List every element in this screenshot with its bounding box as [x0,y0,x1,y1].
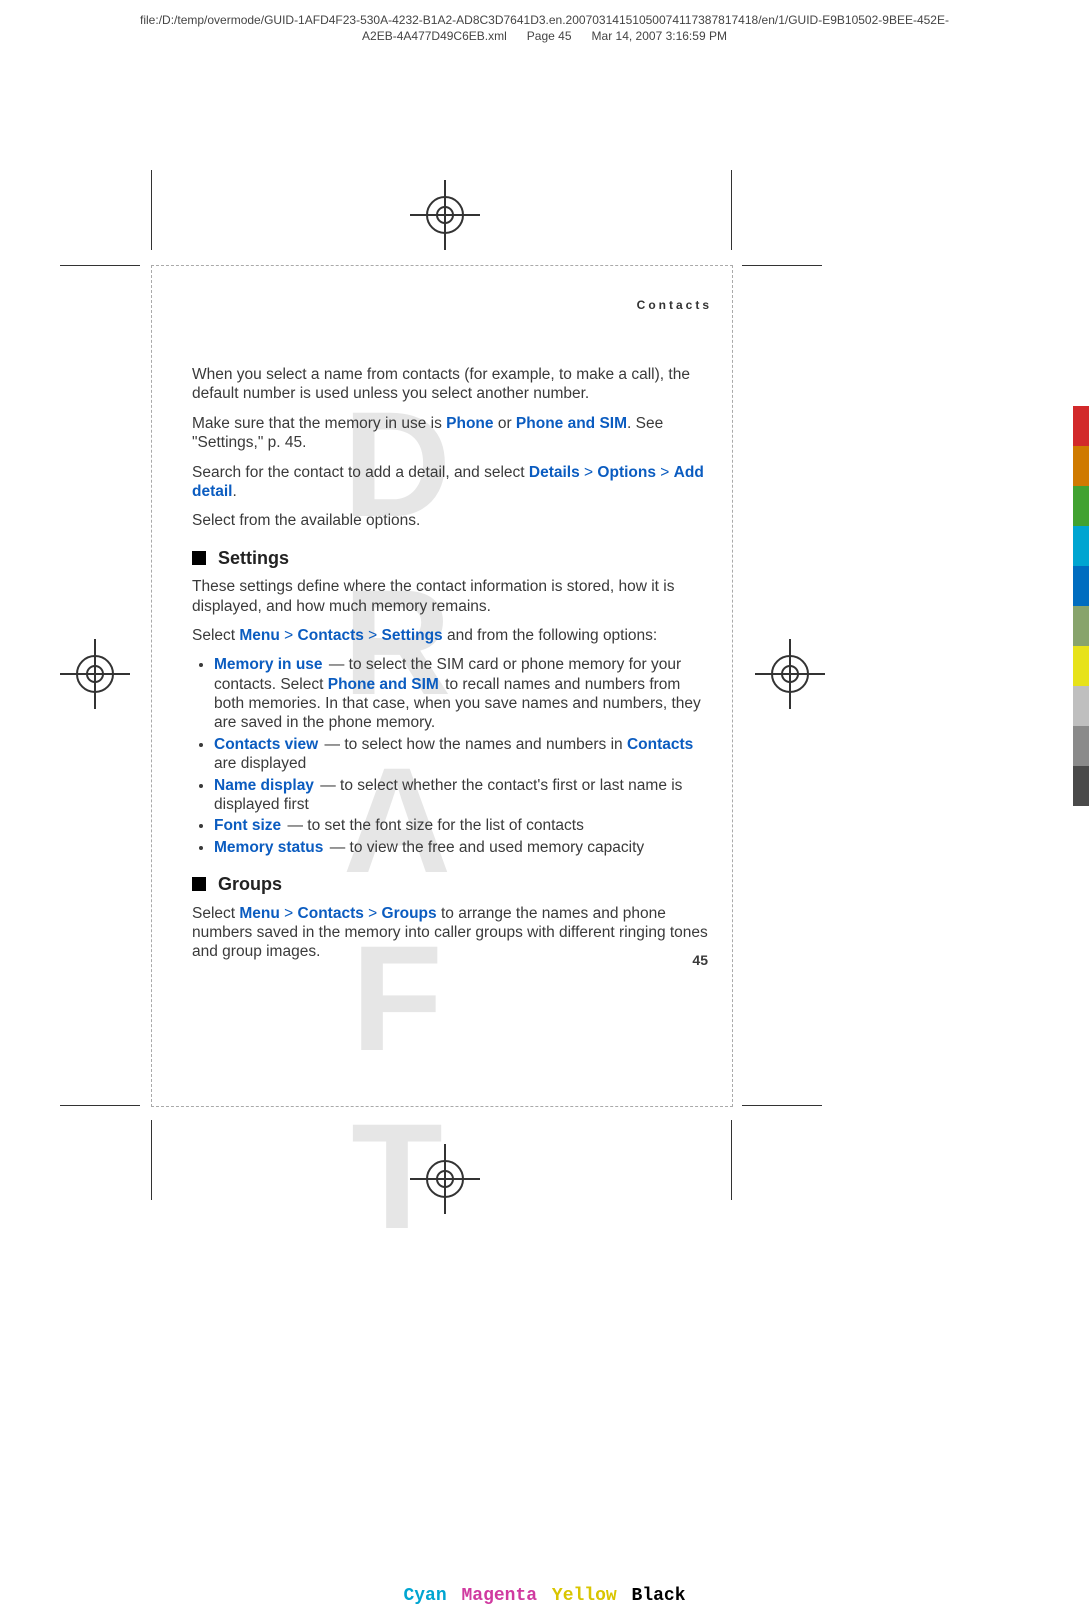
list-item: Contacts view — to select how the names … [214,735,712,774]
list-item: Memory in use — to select the SIM card o… [214,655,712,733]
timestamp: Mar 14, 2007 3:16:59 PM [592,29,727,43]
black-label: Black [630,1586,688,1606]
menu-path-link: Settings [382,627,443,644]
menu-path-link: Phone and SIM [516,415,627,432]
crop-mark-icon [742,1105,822,1106]
section-heading-groups: Groups [192,873,712,896]
menu-path-link: Groups [382,905,437,922]
crop-mark-icon [731,1120,732,1200]
cmyk-swatch-strip [1073,406,1089,806]
magenta-label: Magenta [459,1586,539,1606]
body-text: These settings define where the contact … [192,577,712,616]
crop-mark-icon [731,170,732,250]
list-item: Font size — to set the font size for the… [214,816,712,835]
file-path-line1: file:/D:/temp/overmode/GUID-1AFD4F23-530… [140,13,949,27]
color-swatch [1073,446,1089,486]
registration-mark-icon [410,1144,480,1214]
body-text: Select from the available options. [192,511,712,530]
square-bullet-icon [192,877,206,891]
registration-mark-icon [60,639,130,709]
yellow-label: Yellow [550,1586,619,1606]
body-text: Select Menu > Contacts > Settings and fr… [192,626,712,645]
menu-path-link: Contacts [298,905,364,922]
square-bullet-icon [192,551,206,565]
crop-mark-icon [151,1120,152,1200]
registration-mark-icon [755,639,825,709]
file-path-header: file:/D:/temp/overmode/GUID-1AFD4F23-530… [0,12,1089,44]
page-indicator: Page 45 [527,29,572,43]
page-number: 45 [692,952,708,970]
file-path-line2: A2EB-4A477D49C6EB.xml [362,29,507,43]
color-swatch [1073,406,1089,446]
color-swatch [1073,526,1089,566]
cyan-label: Cyan [401,1586,448,1606]
color-swatch [1073,486,1089,526]
crop-mark-icon [742,265,822,266]
menu-path-link: Details [529,464,580,481]
crop-mark-icon [60,1105,140,1106]
crop-mark-icon [60,265,140,266]
crop-mark-icon [151,170,152,250]
chapter-title: Contacts [192,298,712,313]
list-item: Memory status — to view the free and use… [214,838,712,857]
color-swatch [1073,726,1089,766]
body-text: Search for the contact to add a detail, … [192,463,712,502]
page-content: Contacts When you select a name from con… [192,298,712,972]
list-item: Name display — to select whether the con… [214,776,712,815]
color-swatch [1073,606,1089,646]
section-heading-settings: Settings [192,547,712,570]
settings-option-list: Memory in use — to select the SIM card o… [192,655,712,857]
menu-path-link: Contacts [298,627,364,644]
color-swatch [1073,646,1089,686]
color-swatch [1073,566,1089,606]
menu-path-link: Options [597,464,656,481]
menu-path-link: Menu [239,627,279,644]
body-text: When you select a name from contacts (fo… [192,365,712,404]
color-swatch [1073,766,1089,806]
menu-path-link: Phone [446,415,493,432]
color-swatch [1073,686,1089,726]
body-text: Select Menu > Contacts > Groups to arran… [192,904,712,962]
registration-mark-icon [410,180,480,250]
body-text: Make sure that the memory in use is Phon… [192,414,712,453]
cmyk-footer: Cyan Magenta Yellow Black [0,1586,1089,1606]
menu-path-link: Menu [239,905,279,922]
